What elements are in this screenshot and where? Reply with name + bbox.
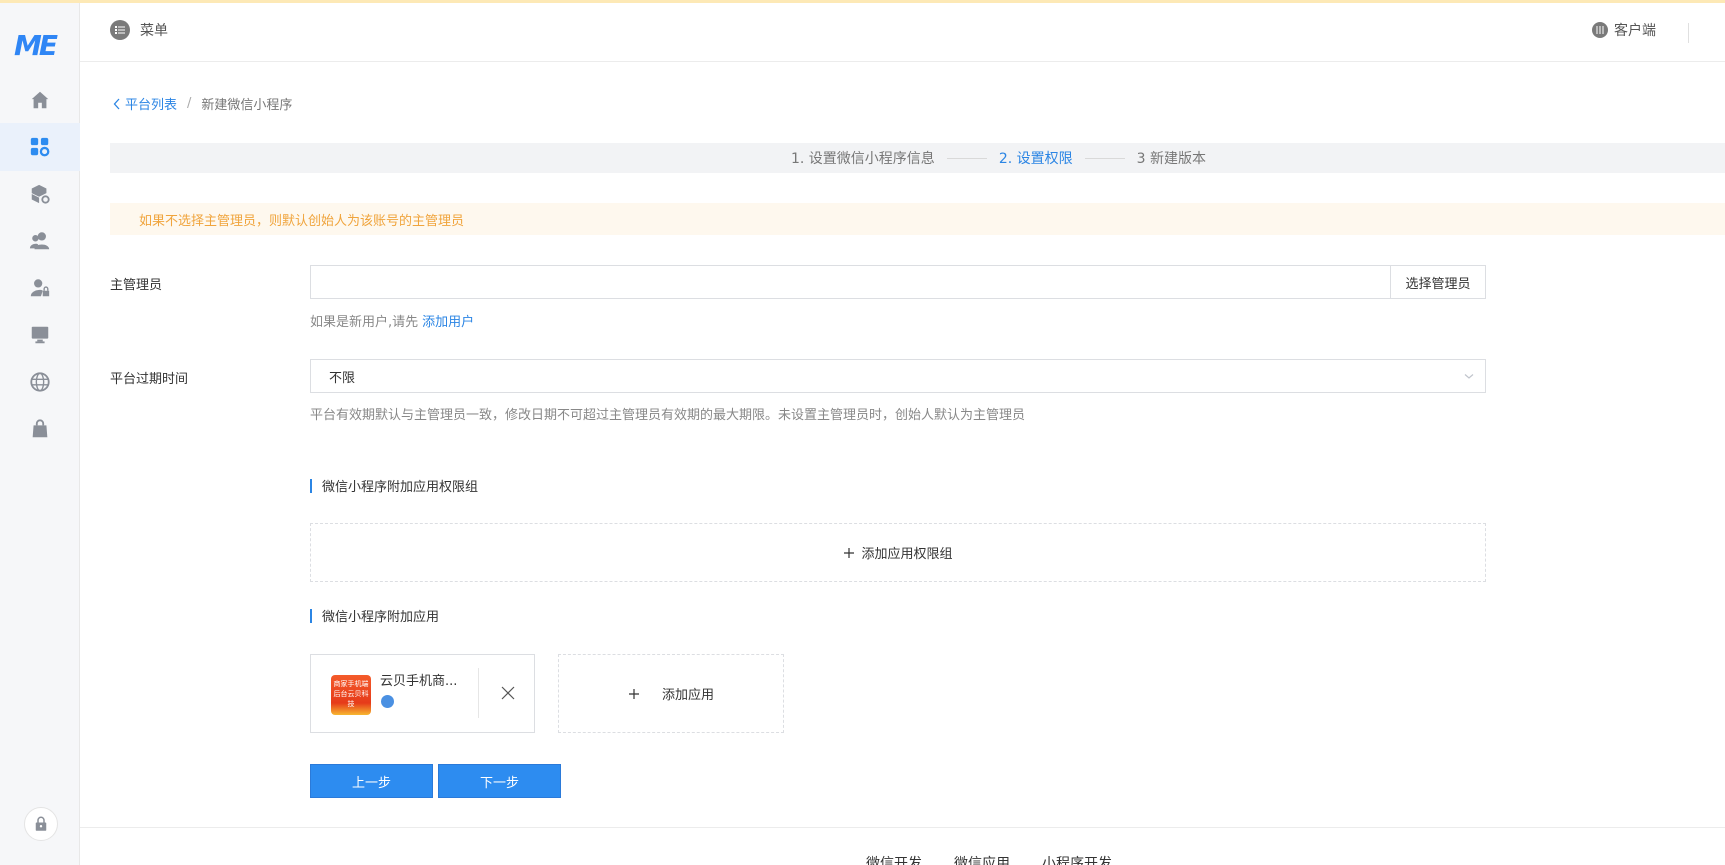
prev-step-button[interactable]: 上一步 — [310, 764, 433, 798]
menu-label: 菜单 — [140, 23, 168, 39]
close-icon — [501, 686, 515, 700]
step-connector — [1084, 157, 1125, 159]
add-app-label: 添加应用 — [661, 688, 714, 703]
sidebar-item-modules[interactable] — [0, 170, 80, 218]
sidebar-item-sites[interactable] — [0, 358, 80, 406]
globe-icon — [30, 372, 50, 392]
monitor-icon — [31, 326, 49, 344]
top-header: 菜单 客户端 — [80, 3, 1725, 62]
plus-icon — [628, 688, 639, 699]
chevron-down-icon — [1464, 374, 1474, 379]
admin-input[interactable] — [311, 266, 1390, 298]
app-name: 云贝手机商... — [380, 674, 458, 689]
sidebar-item-users[interactable] — [0, 217, 80, 265]
select-admin-button[interactable]: 选择管理员 — [1390, 266, 1485, 298]
list-icon — [110, 20, 130, 40]
footer-link[interactable]: 小程序开发 — [1042, 853, 1112, 865]
sidebar-item-home[interactable] — [0, 76, 80, 124]
link-badge-icon — [381, 695, 394, 708]
lock-icon — [35, 816, 47, 831]
add-permission-group-button[interactable]: 添加应用权限组 — [310, 523, 1486, 582]
footer-divider — [80, 827, 1725, 828]
user-lock-icon — [30, 279, 50, 297]
step-3: 3 新建版本 — [1136, 151, 1206, 167]
sidebar-item-apps[interactable] — [0, 123, 80, 171]
expire-select-value: 不限 — [329, 370, 356, 386]
remove-app-button[interactable] — [497, 682, 519, 704]
add-app-button[interactable]: 添加应用 — [558, 654, 784, 733]
breadcrumb-current: 新建微信小程序 — [201, 98, 293, 113]
expire-select[interactable]: 不限 — [310, 359, 1486, 393]
lock-screen-button[interactable] — [24, 807, 58, 841]
client-label: 客户端 — [1614, 23, 1656, 39]
header-divider — [1688, 23, 1689, 43]
footer-link[interactable]: 微信开发 — [866, 853, 922, 865]
users-icon — [29, 232, 50, 250]
section-accent-bar — [310, 478, 312, 493]
footer-links: 微信开发 微信应用 小程序开发 — [866, 853, 1112, 865]
client-link[interactable]: 客户端 — [1592, 20, 1656, 40]
apps-title: 微信小程序附加应用 — [322, 610, 440, 625]
apps-gear-icon — [30, 137, 50, 157]
sidebar-item-store[interactable] — [0, 405, 80, 453]
notice-banner: 如果不选择主管理员，则默认创始人为该账号的主管理员 — [110, 203, 1725, 235]
cube-gear-icon — [31, 184, 50, 204]
app-card: 商家手机端后台云贝科技 云贝手机商... — [310, 654, 535, 733]
next-step-button[interactable]: 下一步 — [438, 764, 561, 798]
admin-label: 主管理员 — [110, 278, 163, 293]
app-thumbnail: 商家手机端后台云贝科技 — [331, 675, 371, 715]
plus-icon — [844, 547, 855, 558]
add-permission-group-label: 添加应用权限组 — [861, 547, 953, 562]
step-indicator: 1. 设置微信小程序信息 2. 设置权限 3 新建版本 — [110, 143, 1725, 173]
apps-section-title: 微信小程序附加应用 — [310, 606, 439, 625]
home-icon — [31, 91, 49, 109]
new-user-hint-text: 如果是新用户,请先 — [310, 315, 419, 330]
section-accent-bar — [310, 608, 312, 623]
bag-icon — [32, 419, 48, 438]
expire-label: 平台过期时间 — [110, 372, 189, 387]
equalizer-icon — [1592, 22, 1608, 38]
permission-group-title: 微信小程序附加应用权限组 — [322, 480, 479, 495]
breadcrumb-back-link[interactable]: 平台列表 — [113, 94, 177, 113]
menu-toggle[interactable]: 菜单 — [110, 20, 168, 40]
chevron-left-icon — [113, 98, 120, 109]
app-logo[interactable]: ME — [14, 31, 66, 61]
sidebar: ME — [0, 3, 80, 865]
permission-group-section-title: 微信小程序附加应用权限组 — [310, 476, 478, 495]
sidebar-item-system[interactable] — [0, 311, 80, 359]
sidebar-item-permissions[interactable] — [0, 264, 80, 312]
new-user-hint: 如果是新用户,请先 添加用户 — [310, 311, 474, 330]
breadcrumb-back-label: 平台列表 — [125, 98, 178, 113]
footer-link[interactable]: 微信应用 — [954, 853, 1010, 865]
add-user-link[interactable]: 添加用户 — [422, 315, 474, 330]
step-1: 1. 设置微信小程序信息 — [791, 151, 935, 167]
breadcrumb-separator: / — [187, 96, 192, 111]
app-card-divider — [478, 668, 479, 718]
step-2: 2. 设置权限 — [998, 151, 1073, 167]
breadcrumb: 平台列表 / 新建微信小程序 — [113, 94, 292, 113]
admin-input-group: 选择管理员 — [310, 265, 1486, 299]
expire-hint: 平台有效期默认与主管理员一致，修改日期不可超过主管理员有效期的最大期限。未设置主… — [310, 408, 1026, 423]
step-connector — [946, 157, 987, 159]
app-thumbnail-text: 商家手机端后台云贝科技 — [333, 680, 369, 708]
